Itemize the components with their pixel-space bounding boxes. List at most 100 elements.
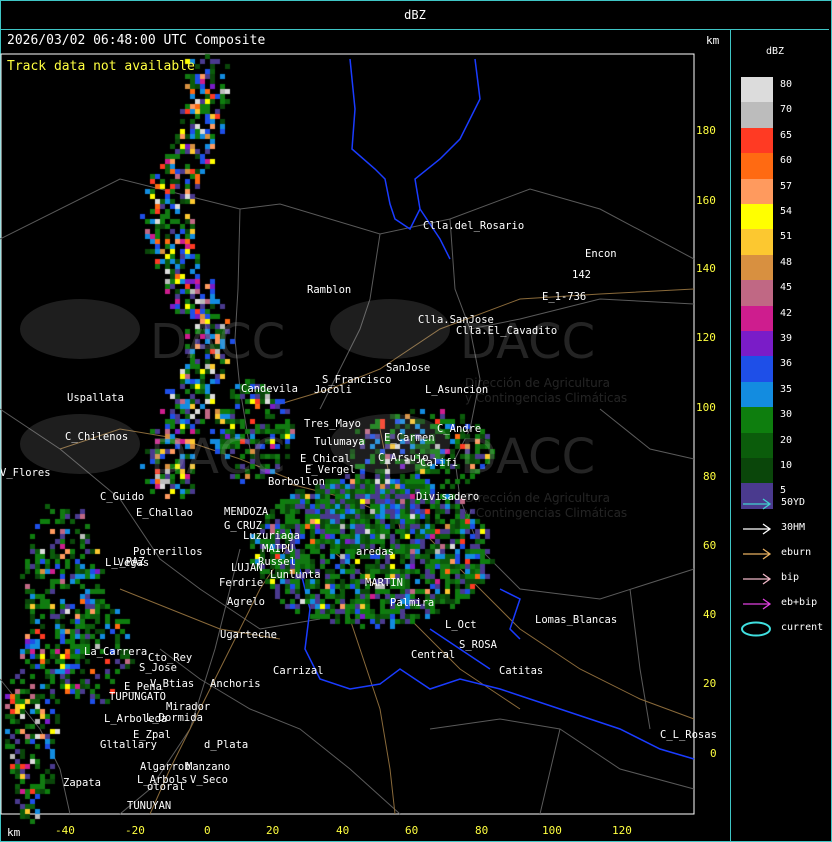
place-label: Lunlunta (270, 569, 321, 581)
legend-label: 70 (780, 104, 793, 116)
watermark-brand: DACC (460, 429, 596, 485)
x-tick-label: 100 (542, 824, 562, 837)
y-tick-label: 180 (696, 124, 716, 137)
track-arrow-icon (741, 496, 773, 512)
legend-swatch (741, 407, 773, 433)
place-label: aredas (356, 546, 394, 558)
legend-label: 54 (780, 206, 793, 217)
place-label: Anchoris (210, 678, 261, 690)
x-tick-label: 40 (336, 824, 350, 837)
track-legend-label: bip (781, 572, 800, 583)
place-label: LUJAN (231, 562, 263, 574)
place-label: Divisadero (416, 491, 480, 503)
legend-title: dBZ (766, 46, 785, 57)
legend-swatch (741, 331, 773, 357)
place-label: Califi (420, 457, 458, 469)
legend-label: 48 (780, 256, 793, 268)
place-label: L_Oct (445, 619, 477, 631)
place-label: Luzuriaga (243, 530, 300, 542)
legend-label: 39 (780, 333, 793, 344)
place-label: C_Andre (437, 423, 482, 435)
place-label: V_Flores (0, 467, 51, 479)
place-label: E_1-736 (542, 291, 587, 303)
watermark-line2: y Contingencias Climáticas (465, 506, 628, 520)
legend-label: 5 (780, 485, 787, 497)
place-label: Algarrob (140, 761, 191, 773)
track-status: Track data not available (7, 59, 195, 74)
legend-swatch (741, 77, 773, 103)
legend-swatch (741, 432, 773, 459)
y-tick-label: 0 (710, 747, 717, 760)
place-label: Agrelo (227, 596, 265, 608)
legend-label: 60 (780, 155, 793, 167)
y-tick-label: 20 (703, 677, 717, 690)
y-tick-label: 120 (696, 331, 716, 344)
place-label: L_PAZ (113, 556, 145, 568)
place-label: TUNUYAN (127, 800, 172, 812)
place-label: Ferdrie (219, 577, 264, 589)
place-label: C_Guido (100, 491, 145, 503)
place-label: Borbollon (268, 476, 325, 488)
place-label: Uspallata (67, 392, 124, 404)
legend-swatch (741, 127, 773, 154)
legend-label: 35 (780, 383, 793, 395)
track-legend-label: 50YD (781, 497, 806, 508)
y-tick-label: 160 (696, 194, 716, 207)
place-label: S_Jose (139, 662, 177, 674)
place-label: Central (411, 649, 456, 661)
place-label: Gltallary (100, 739, 157, 751)
place-label: MAIPU (262, 543, 294, 555)
legend-swatch (741, 229, 773, 255)
legend-swatch (741, 153, 773, 179)
y-unit-label: km (706, 34, 720, 47)
place-label: Palmira (390, 597, 435, 609)
place-label: V_Seco (190, 774, 228, 786)
track-arrow-icon (741, 521, 773, 537)
watermark-logo (330, 299, 450, 359)
legend-label: 36 (780, 358, 793, 370)
place-label: Manzano (186, 761, 231, 773)
radar-map[interactable]: DACC DACC Dirección de Agricultura y Con… (0, 29, 730, 842)
watermark-brand: DACC (150, 429, 286, 485)
place-label: TUPUNGATO (109, 691, 166, 703)
x-tick-label: 120 (612, 824, 632, 837)
watermark-brand: DACC (150, 314, 286, 370)
legend-swatch (741, 280, 773, 306)
place-label: Clla.del_Rosario (423, 220, 525, 232)
track-arrow-icon (741, 546, 773, 562)
x-tick-label: -40 (55, 824, 75, 837)
place-label: E_Challao (136, 507, 193, 519)
place-label: L_Asuncion (425, 384, 489, 396)
legend-swatch (741, 381, 773, 408)
x-tick-label: 20 (266, 824, 280, 837)
legend-label: 51 (780, 231, 793, 243)
legend-label: 80 (780, 79, 793, 90)
y-tick-label: 140 (696, 262, 716, 275)
place-label: E_Carmen (384, 432, 435, 444)
track-legend-label: eb+bip (781, 597, 818, 608)
place-label: Jocoli (314, 384, 352, 396)
place-label: Clla.El_Cavadito (456, 325, 558, 337)
place-label: Lomas_Blancas (535, 614, 618, 626)
legend-swatch (741, 458, 773, 484)
legend-label: 45 (780, 282, 793, 294)
place-label: 142 (572, 269, 591, 281)
watermark-line1: Dirección de Agricultura (465, 491, 610, 505)
x-tick-label: 0 (204, 824, 211, 837)
place-label: Candevila (241, 383, 298, 395)
track-arrow-icon (741, 596, 773, 612)
legend-swatch (741, 178, 773, 205)
place-label: Zapata (63, 777, 101, 789)
watermark-logo (20, 414, 140, 474)
legend-label: 10 (780, 460, 793, 471)
x-tick-label: -20 (125, 824, 145, 837)
legend-label: 42 (780, 307, 793, 319)
legend-label: 20 (780, 434, 793, 446)
legend-swatch (741, 356, 773, 382)
place-label: d_Plata (204, 739, 249, 751)
place-label: Tulumaya (314, 436, 365, 448)
legend-divider (730, 29, 731, 841)
legend-label: 30 (780, 409, 793, 421)
x-tick-label: 60 (405, 824, 419, 837)
x-tick-label: 80 (475, 824, 489, 837)
